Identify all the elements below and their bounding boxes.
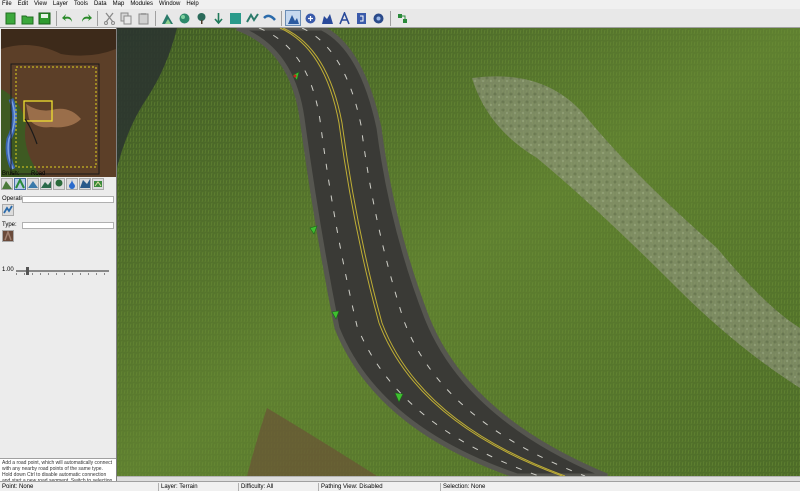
toolbar-separator [281,10,282,26]
toolbar-separator [97,10,98,26]
cliff-brush-icon[interactable] [27,178,39,190]
brush-size-slider[interactable] [16,267,109,275]
brush-label-row: Brush: Road [2,171,45,177]
status-separator [440,483,441,491]
status-bar: Point: None Layer: Terrain Difficulty: A… [0,481,800,491]
object-brush-icon[interactable] [79,178,91,190]
toolbar-separator [155,10,156,26]
map-render[interactable] [117,28,800,476]
water-brush-icon[interactable] [66,178,78,190]
cliff-tool-icon[interactable] [319,10,335,26]
menu-data[interactable]: Data [94,0,107,9]
place-object-icon[interactable] [210,10,226,26]
view-options-icon[interactable] [370,10,386,26]
status-separator [238,483,239,491]
type-field[interactable] [22,222,114,229]
menu-window[interactable]: Window [159,0,180,9]
operation-field[interactable] [22,196,114,203]
operation-add-point-icon[interactable] [2,204,14,216]
road-tool-icon[interactable] [244,10,260,26]
type-label: Type: [2,222,17,228]
tree-brush-icon[interactable] [193,10,209,26]
status-point: Point: None [2,484,34,490]
terrain-brush-icon[interactable] [1,178,13,190]
status-layer: Layer: Terrain [161,484,198,490]
water-tool-icon[interactable] [227,10,243,26]
paste-icon[interactable] [135,10,151,26]
foliage-brush-icon[interactable] [176,10,192,26]
text-label-icon[interactable] [336,10,352,26]
cut-icon[interactable] [101,10,117,26]
decal-brush-icon[interactable] [92,178,104,190]
terrain-paint-icon[interactable] [159,10,175,26]
menu-tools[interactable]: Tools [74,0,88,9]
brush-value: Road [31,171,46,177]
tree-brush-icon[interactable] [53,178,65,190]
brush-icon-row [1,178,105,190]
new-file-icon[interactable] [2,10,18,26]
menu-modules[interactable]: Modules [130,0,153,9]
help-text: Add a road point, which will automatical… [0,458,116,490]
terrain-layer-icon[interactable] [285,10,301,26]
redo-icon[interactable] [77,10,93,26]
menu-map[interactable]: Map [113,0,125,9]
status-separator [318,483,319,491]
open-file-icon[interactable] [19,10,35,26]
menu-bar: File Edit View Layer Tools Data Map Modu… [0,0,800,9]
decal-layer-icon[interactable] [302,10,318,26]
status-difficulty: Difficulty: All [241,484,274,490]
grass-brush-icon[interactable] [40,178,52,190]
road-type-swatch-icon[interactable] [2,230,14,242]
brush-label: Brush: [2,171,20,177]
slider-track [16,270,109,272]
tool-palette-panel: Brush: Road Operation: Type: 1.00 Add a … [0,28,117,490]
toolbar [0,9,800,28]
area-tool-icon[interactable] [353,10,369,26]
toolbar-separator [390,10,391,26]
slider-value: 1.00 [2,267,14,273]
save-file-icon[interactable] [36,10,52,26]
slider-ticks [16,273,109,275]
menu-view[interactable]: View [34,0,47,9]
road-brush-icon[interactable] [14,178,26,190]
map-viewport[interactable] [117,28,800,476]
copy-icon[interactable] [118,10,134,26]
status-pathing: Pathing View: Disabled [321,484,383,490]
toolbar-separator [56,10,57,26]
river-tool-icon[interactable] [261,10,277,26]
minimap[interactable] [1,29,116,177]
status-selection: Selection: None [443,484,486,490]
undo-icon[interactable] [60,10,76,26]
status-separator [158,483,159,491]
menu-layer[interactable]: Layer [53,0,68,9]
menu-edit[interactable]: Edit [18,0,28,9]
menu-file[interactable]: File [2,0,12,9]
menu-help[interactable]: Help [186,0,198,9]
modules-tool-icon[interactable] [394,10,410,26]
